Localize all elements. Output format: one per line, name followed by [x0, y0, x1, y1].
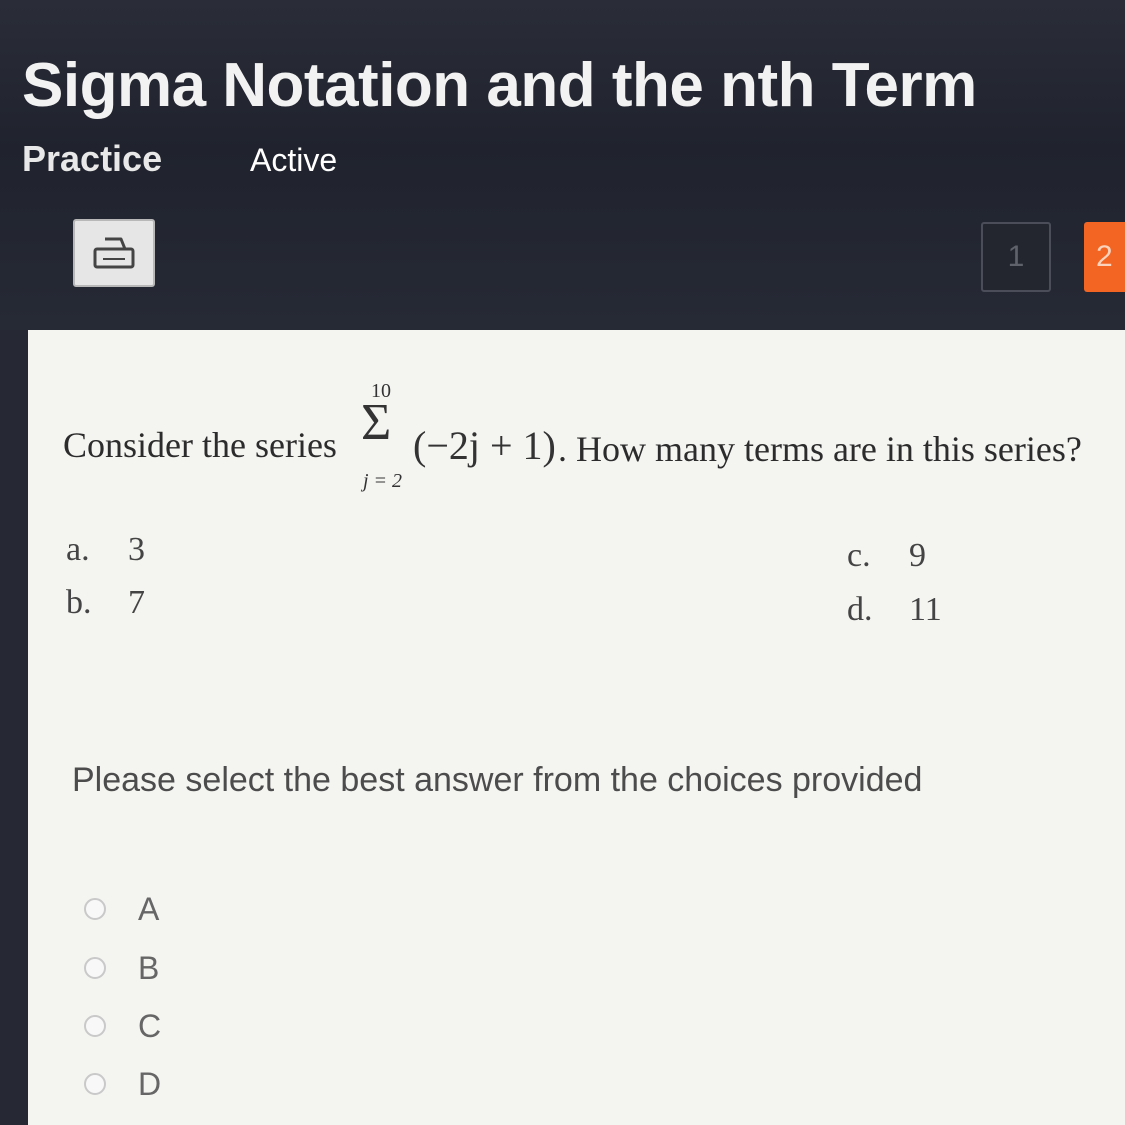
printer-icon [93, 237, 135, 269]
answer-option-b[interactable]: B [84, 948, 159, 988]
choice-letter: a. [66, 531, 90, 568]
left-rail [0, 330, 28, 1125]
choice-value: 9 [909, 537, 926, 574]
choice-a: a. 3 [66, 531, 145, 569]
radio-button[interactable] [84, 1015, 106, 1037]
page-title: Sigma Notation and the nth Term [22, 51, 977, 120]
choice-letter: c. [847, 537, 871, 574]
choice-value: 3 [128, 531, 145, 568]
choice-b: b. 7 [66, 584, 145, 622]
print-button[interactable] [73, 219, 155, 287]
choice-value: 11 [909, 591, 942, 628]
tab-active[interactable]: Active [250, 142, 337, 179]
option-label: B [138, 949, 160, 986]
sigma-lower-limit: j = 2 [363, 470, 403, 492]
answer-option-c[interactable]: C [84, 1006, 161, 1046]
radio-button[interactable] [84, 898, 106, 920]
answer-option-d[interactable]: D [84, 1064, 161, 1104]
sigma-symbol: Σ [361, 394, 392, 451]
choice-value: 7 [128, 584, 145, 621]
choice-c: c. 9 [847, 537, 926, 575]
header-bar: Sigma Notation and the nth Term Practice… [0, 0, 1125, 330]
question-suffix: . How many terms are in this series? [558, 429, 1082, 469]
choice-letter: d. [847, 591, 873, 628]
radio-button[interactable] [84, 957, 106, 979]
answer-option-a[interactable]: A [84, 889, 159, 929]
page-1-button[interactable]: 1 [981, 222, 1051, 292]
option-label: D [138, 1065, 162, 1102]
page-2-button[interactable]: 2 [1084, 222, 1125, 292]
question-prefix: Consider the series [63, 425, 337, 465]
choice-letter: b. [66, 584, 92, 621]
option-label: A [138, 890, 160, 927]
radio-button[interactable] [84, 1073, 106, 1095]
option-label: C [138, 1007, 162, 1044]
series-term: (−2j + 1) [413, 423, 556, 468]
instruction-text: Please select the best answer from the c… [72, 761, 923, 799]
tab-practice[interactable]: Practice [22, 138, 162, 180]
choice-d: d. 11 [847, 591, 942, 629]
